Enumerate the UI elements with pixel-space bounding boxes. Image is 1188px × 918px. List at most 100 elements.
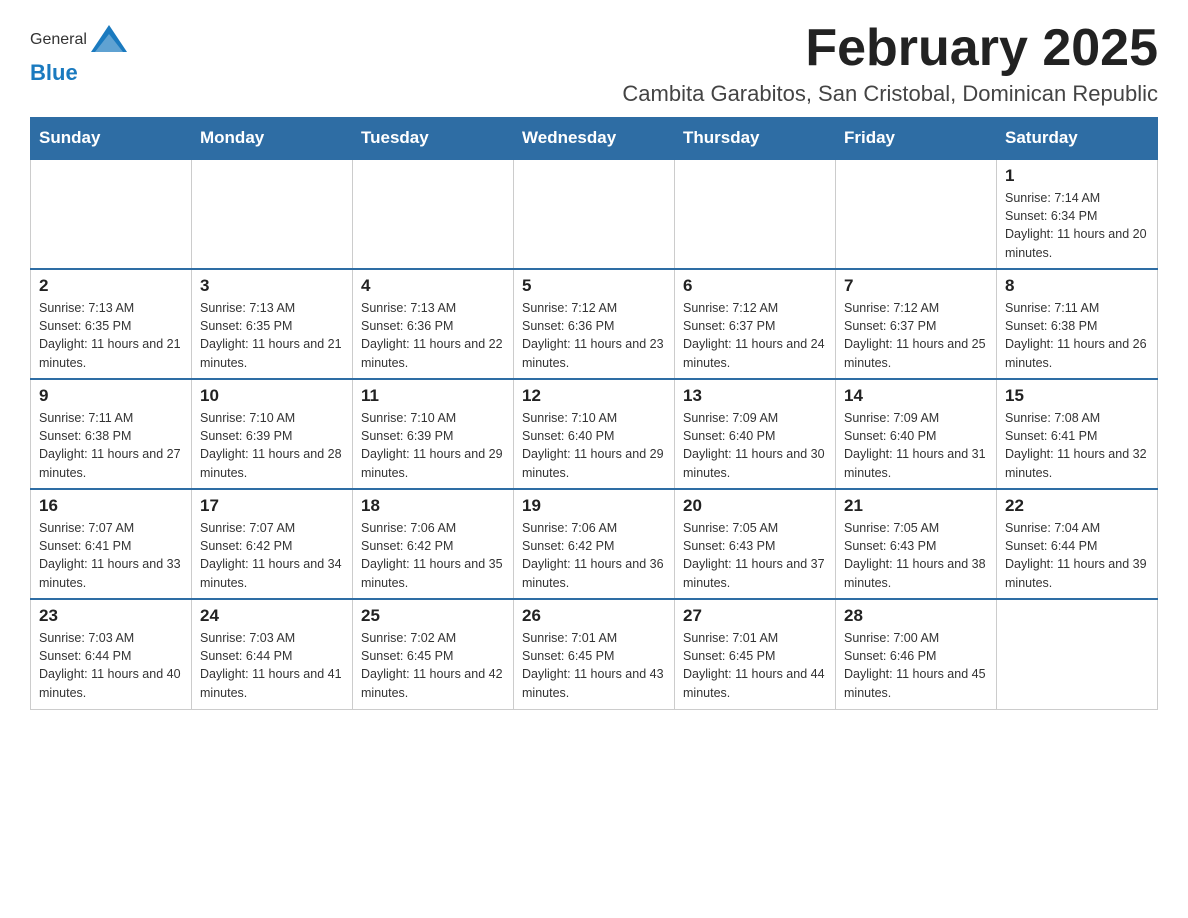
day-number: 13 <box>683 386 827 406</box>
calendar-week-row: 9 Sunrise: 7:11 AM Sunset: 6:38 PM Daylig… <box>31 379 1158 489</box>
day-info: Sunrise: 7:03 AM Sunset: 6:44 PM Dayligh… <box>200 629 344 702</box>
weekday-header-row: SundayMondayTuesdayWednesdayThursdayFrid… <box>31 118 1158 160</box>
calendar-cell: 8 Sunrise: 7:11 AM Sunset: 6:38 PM Daylig… <box>997 269 1158 379</box>
calendar-week-row: 2 Sunrise: 7:13 AM Sunset: 6:35 PM Daylig… <box>31 269 1158 379</box>
calendar-cell: 15 Sunrise: 7:08 AM Sunset: 6:41 PM Dayli… <box>997 379 1158 489</box>
calendar-cell: 16 Sunrise: 7:07 AM Sunset: 6:41 PM Dayli… <box>31 489 192 599</box>
day-info: Sunrise: 7:09 AM Sunset: 6:40 PM Dayligh… <box>683 409 827 482</box>
day-number: 27 <box>683 606 827 626</box>
day-number: 20 <box>683 496 827 516</box>
weekday-header-saturday: Saturday <box>997 118 1158 160</box>
day-number: 2 <box>39 276 183 296</box>
logo: General Blue <box>30 20 129 86</box>
day-number: 25 <box>361 606 505 626</box>
calendar-cell <box>31 159 192 269</box>
calendar-week-row: 23 Sunrise: 7:03 AM Sunset: 6:44 PM Dayli… <box>31 599 1158 709</box>
calendar-cell: 5 Sunrise: 7:12 AM Sunset: 6:36 PM Daylig… <box>514 269 675 379</box>
day-number: 9 <box>39 386 183 406</box>
day-info: Sunrise: 7:01 AM Sunset: 6:45 PM Dayligh… <box>522 629 666 702</box>
day-number: 5 <box>522 276 666 296</box>
calendar-cell: 14 Sunrise: 7:09 AM Sunset: 6:40 PM Dayli… <box>836 379 997 489</box>
calendar-cell: 28 Sunrise: 7:00 AM Sunset: 6:46 PM Dayli… <box>836 599 997 709</box>
day-info: Sunrise: 7:13 AM Sunset: 6:35 PM Dayligh… <box>200 299 344 372</box>
calendar-cell: 13 Sunrise: 7:09 AM Sunset: 6:40 PM Dayli… <box>675 379 836 489</box>
calendar-cell: 3Sunrise: 7:13 AM Sunset: 6:35 PM Daylig… <box>192 269 353 379</box>
calendar-cell: 25 Sunrise: 7:02 AM Sunset: 6:45 PM Dayli… <box>353 599 514 709</box>
weekday-header-tuesday: Tuesday <box>353 118 514 160</box>
day-number: 15 <box>1005 386 1149 406</box>
day-info: Sunrise: 7:00 AM Sunset: 6:46 PM Dayligh… <box>844 629 988 702</box>
calendar-cell <box>192 159 353 269</box>
day-number: 1 <box>1005 166 1149 186</box>
calendar-cell: 1 Sunrise: 7:14 AM Sunset: 6:34 PM Daylig… <box>997 159 1158 269</box>
day-number: 23 <box>39 606 183 626</box>
calendar-cell <box>997 599 1158 709</box>
day-number: 14 <box>844 386 988 406</box>
day-info: Sunrise: 7:07 AM Sunset: 6:41 PM Dayligh… <box>39 519 183 592</box>
day-info: Sunrise: 7:13 AM Sunset: 6:35 PM Dayligh… <box>39 299 183 372</box>
calendar-cell: 12Sunrise: 7:10 AM Sunset: 6:40 PM Dayli… <box>514 379 675 489</box>
calendar-cell: 6Sunrise: 7:12 AM Sunset: 6:37 PM Daylig… <box>675 269 836 379</box>
day-number: 18 <box>361 496 505 516</box>
calendar-cell: 27 Sunrise: 7:01 AM Sunset: 6:45 PM Dayli… <box>675 599 836 709</box>
day-info: Sunrise: 7:13 AM Sunset: 6:36 PM Dayligh… <box>361 299 505 372</box>
calendar-cell: 17Sunrise: 7:07 AM Sunset: 6:42 PM Dayli… <box>192 489 353 599</box>
calendar-cell: 26 Sunrise: 7:01 AM Sunset: 6:45 PM Dayli… <box>514 599 675 709</box>
calendar-cell <box>675 159 836 269</box>
day-info: Sunrise: 7:10 AM Sunset: 6:39 PM Dayligh… <box>361 409 505 482</box>
weekday-header-monday: Monday <box>192 118 353 160</box>
day-info: Sunrise: 7:01 AM Sunset: 6:45 PM Dayligh… <box>683 629 827 702</box>
day-info: Sunrise: 7:10 AM Sunset: 6:39 PM Dayligh… <box>200 409 344 482</box>
calendar-cell: 19 Sunrise: 7:06 AM Sunset: 6:42 PM Dayli… <box>514 489 675 599</box>
day-number: 26 <box>522 606 666 626</box>
location-subtitle: Cambita Garabitos, San Cristobal, Domini… <box>622 81 1158 107</box>
calendar-cell: 9 Sunrise: 7:11 AM Sunset: 6:38 PM Daylig… <box>31 379 192 489</box>
weekday-header-friday: Friday <box>836 118 997 160</box>
calendar-cell: 2 Sunrise: 7:13 AM Sunset: 6:35 PM Daylig… <box>31 269 192 379</box>
day-number: 24 <box>200 606 344 626</box>
title-area: February 2025 Cambita Garabitos, San Cri… <box>622 20 1158 107</box>
calendar-week-row: 16 Sunrise: 7:07 AM Sunset: 6:41 PM Dayli… <box>31 489 1158 599</box>
weekday-header-sunday: Sunday <box>31 118 192 160</box>
day-info: Sunrise: 7:02 AM Sunset: 6:45 PM Dayligh… <box>361 629 505 702</box>
day-info: Sunrise: 7:12 AM Sunset: 6:36 PM Dayligh… <box>522 299 666 372</box>
day-number: 6 <box>683 276 827 296</box>
day-info: Sunrise: 7:06 AM Sunset: 6:42 PM Dayligh… <box>522 519 666 592</box>
logo-general-text: General <box>30 31 87 49</box>
day-number: 10 <box>200 386 344 406</box>
calendar-cell: 4 Sunrise: 7:13 AM Sunset: 6:36 PM Daylig… <box>353 269 514 379</box>
weekday-header-thursday: Thursday <box>675 118 836 160</box>
day-number: 28 <box>844 606 988 626</box>
day-info: Sunrise: 7:12 AM Sunset: 6:37 PM Dayligh… <box>844 299 988 372</box>
calendar-cell <box>353 159 514 269</box>
calendar-cell <box>836 159 997 269</box>
day-number: 11 <box>361 386 505 406</box>
day-info: Sunrise: 7:10 AM Sunset: 6:40 PM Dayligh… <box>522 409 666 482</box>
calendar-cell: 18 Sunrise: 7:06 AM Sunset: 6:42 PM Dayli… <box>353 489 514 599</box>
day-number: 16 <box>39 496 183 516</box>
day-info: Sunrise: 7:14 AM Sunset: 6:34 PM Dayligh… <box>1005 189 1149 262</box>
day-info: Sunrise: 7:09 AM Sunset: 6:40 PM Dayligh… <box>844 409 988 482</box>
day-info: Sunrise: 7:05 AM Sunset: 6:43 PM Dayligh… <box>683 519 827 592</box>
day-info: Sunrise: 7:05 AM Sunset: 6:43 PM Dayligh… <box>844 519 988 592</box>
calendar-table: SundayMondayTuesdayWednesdayThursdayFrid… <box>30 117 1158 710</box>
calendar-cell: 11 Sunrise: 7:10 AM Sunset: 6:39 PM Dayli… <box>353 379 514 489</box>
day-number: 17 <box>200 496 344 516</box>
calendar-cell <box>514 159 675 269</box>
day-number: 22 <box>1005 496 1149 516</box>
calendar-cell: 21 Sunrise: 7:05 AM Sunset: 6:43 PM Dayli… <box>836 489 997 599</box>
day-number: 21 <box>844 496 988 516</box>
calendar-cell: 10 Sunrise: 7:10 AM Sunset: 6:39 PM Dayli… <box>192 379 353 489</box>
day-info: Sunrise: 7:11 AM Sunset: 6:38 PM Dayligh… <box>39 409 183 482</box>
day-number: 8 <box>1005 276 1149 296</box>
day-info: Sunrise: 7:08 AM Sunset: 6:41 PM Dayligh… <box>1005 409 1149 482</box>
day-info: Sunrise: 7:06 AM Sunset: 6:42 PM Dayligh… <box>361 519 505 592</box>
day-info: Sunrise: 7:03 AM Sunset: 6:44 PM Dayligh… <box>39 629 183 702</box>
day-number: 4 <box>361 276 505 296</box>
calendar-cell: 20 Sunrise: 7:05 AM Sunset: 6:43 PM Dayli… <box>675 489 836 599</box>
calendar-cell: 7Sunrise: 7:12 AM Sunset: 6:37 PM Daylig… <box>836 269 997 379</box>
day-info: Sunrise: 7:11 AM Sunset: 6:38 PM Dayligh… <box>1005 299 1149 372</box>
logo-icon <box>89 20 129 60</box>
day-number: 19 <box>522 496 666 516</box>
calendar-week-row: 1 Sunrise: 7:14 AM Sunset: 6:34 PM Daylig… <box>31 159 1158 269</box>
